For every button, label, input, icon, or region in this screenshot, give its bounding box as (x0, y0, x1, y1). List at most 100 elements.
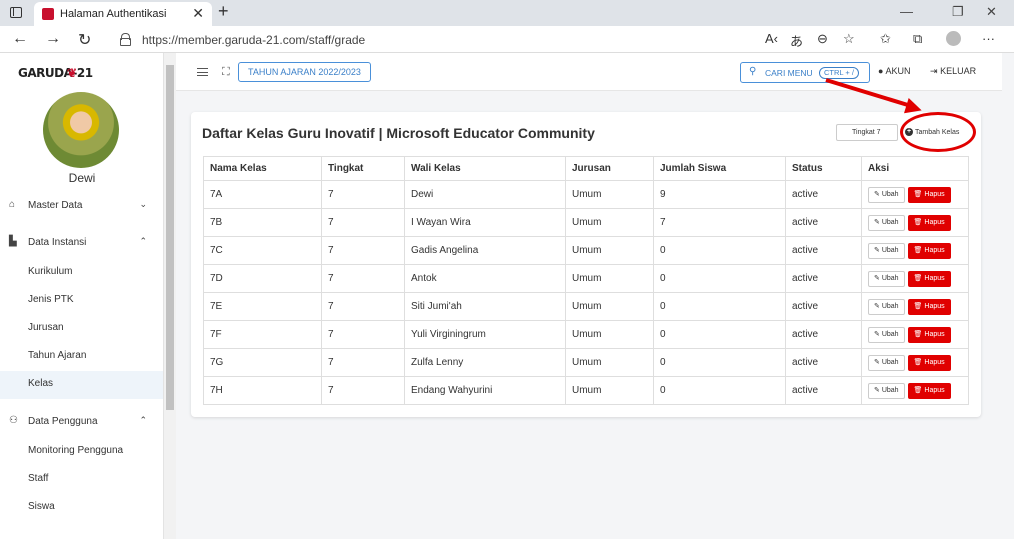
sidebar-item-label: Kurikulum (28, 266, 73, 277)
logout-icon: ⇥ (930, 66, 938, 76)
maximize-icon[interactable]: ❐ (952, 4, 964, 20)
edit-button[interactable]: ✎ Ubah (868, 270, 905, 287)
sidebar-item-staff[interactable]: Staff (0, 466, 163, 494)
sidebar-item-monitoring-pengguna[interactable]: Monitoring Pengguna (0, 438, 163, 466)
edit-button[interactable]: ✎ Ubah (868, 354, 905, 371)
column-header[interactable]: Jurusan (565, 156, 654, 181)
sidebar-item-data-pengguna[interactable]: ⚇ Data Pengguna ⌃ (0, 409, 163, 437)
table-cell: 0 (653, 376, 786, 405)
fullscreen-icon[interactable]: ⛶ (222, 66, 230, 79)
table-cell: 9 (653, 180, 786, 209)
grade-select[interactable]: Tingkat 7 (836, 124, 898, 141)
new-tab-button[interactable]: + (218, 1, 229, 22)
column-header[interactable]: Wali Kelas (404, 156, 566, 181)
delete-button[interactable]: 🗑 Hapus (907, 354, 951, 371)
sidebar-item-siswa[interactable]: Siswa (0, 494, 163, 522)
logout-button[interactable]: ⇥ KELUAR (930, 66, 976, 77)
sidebar-item-data-instansi[interactable]: ▙ Data Instansi ⌃ (0, 230, 163, 258)
sidebar-item-label: Jenis PTK (28, 294, 74, 305)
table-row: 7G 7 Zulfa Lenny Umum 0 active ✎ Ubah 🗑 Hapus (203, 348, 969, 377)
sidebar-item-jurusan[interactable]: Jurusan (0, 315, 163, 343)
edit-button[interactable]: ✎ Ubah (868, 382, 905, 399)
lock-icon[interactable] (120, 33, 131, 46)
table-cell: 7 (321, 348, 405, 377)
column-header[interactable]: Nama Kelas (203, 156, 322, 181)
window-close-icon[interactable]: ✕ (986, 4, 997, 20)
back-icon[interactable]: ← (12, 30, 28, 48)
table-cell: 7 (653, 208, 786, 237)
browser-tab[interactable]: Halaman Authentikasi ✕ (34, 2, 212, 26)
collections-icon[interactable]: ⧉ (913, 31, 922, 47)
trash-icon: 🗑 (913, 330, 925, 338)
pencil-icon: ✎ (874, 302, 882, 310)
delete-button[interactable]: 🗑 Hapus (907, 186, 951, 203)
actions-cell: ✎ Ubah 🗑 Hapus (861, 292, 969, 321)
edit-label: Ubah (881, 218, 899, 226)
sidebar-item-label: Staff (28, 473, 49, 484)
academic-year-button[interactable]: TAHUN AJARAN 2022/2023 (238, 62, 371, 82)
delete-button[interactable]: 🗑 Hapus (907, 214, 951, 231)
edit-button[interactable]: ✎ Ubah (868, 298, 905, 315)
table-cell: Umum (565, 264, 654, 293)
sidebar-item-label: Master Data (28, 200, 83, 211)
favorites-icon[interactable]: ✩ (880, 31, 891, 47)
table-cell: Endang Wahyurini (404, 376, 566, 405)
column-header[interactable]: Status (785, 156, 862, 181)
column-header[interactable]: Tingkat (321, 156, 405, 181)
table-cell: Umum (565, 208, 654, 237)
avatar (43, 92, 119, 168)
account-button[interactable]: ● AKUN (878, 66, 910, 76)
more-icon[interactable]: ··· (982, 31, 995, 46)
actions-cell: ✎ Ubah 🗑 Hapus (861, 180, 969, 209)
sidebar-item-tahun-ajaran[interactable]: Tahun Ajaran (0, 343, 163, 371)
delete-button[interactable]: 🗑 Hapus (907, 270, 951, 287)
hamburger-menu-icon[interactable] (197, 68, 208, 76)
pencil-icon: ✎ (874, 246, 882, 254)
delete-button[interactable]: 🗑 Hapus (907, 298, 951, 315)
translate-icon[interactable]: あ (790, 31, 803, 50)
table-cell: active (785, 376, 862, 405)
sidebar-item-master-data[interactable]: ⌂ Master Data ⌄ (0, 193, 163, 221)
favorite-add-icon[interactable]: ☆ (843, 31, 855, 47)
search-menu-button[interactable]: ⚲ CARI MENU CTRL + / (740, 62, 870, 83)
column-header[interactable]: Jumlah Siswa (653, 156, 786, 181)
sidebar-item-label: Kelas (28, 378, 54, 389)
delete-button[interactable]: 🗑 Hapus (907, 326, 951, 343)
table-cell: Umum (565, 236, 654, 265)
sidebar-item-kelas[interactable]: Kelas (0, 371, 163, 399)
table-cell: 0 (653, 348, 786, 377)
sidebar-scrollbar[interactable] (164, 53, 176, 539)
table-cell: active (785, 236, 862, 265)
sidebar-item-jenis-ptk[interactable]: Jenis PTK (0, 287, 163, 315)
edit-button[interactable]: ✎ Ubah (868, 242, 905, 259)
chevron-down-icon: ⌄ (139, 199, 147, 209)
zoom-icon[interactable]: ⊖ (817, 31, 828, 47)
scrollbar-thumb[interactable] (166, 65, 174, 410)
table-cell: 7 (321, 264, 405, 293)
delete-label: Hapus (924, 246, 945, 254)
url-field[interactable]: https://member.garuda-21.com/staff/grade (108, 29, 868, 50)
forward-icon[interactable]: → (45, 30, 61, 48)
delete-button[interactable]: 🗑 Hapus (907, 382, 951, 399)
top-bar: ⛶ TAHUN AJARAN 2022/2023 ⚲ CARI MENU CTR… (176, 53, 1002, 91)
table-cell: Dewi (404, 180, 566, 209)
edit-button[interactable]: ✎ Ubah (868, 186, 905, 203)
table-cell: active (785, 208, 862, 237)
page-scrollbar[interactable] (1002, 53, 1014, 539)
sidebar: GARUDA-21 ❦ Dewi ⌂ Master Data ⌄ ▙ Data … (0, 53, 164, 539)
url-text[interactable]: https://member.garuda-21.com/staff/grade (142, 33, 365, 47)
edit-button[interactable]: ✎ Ubah (868, 214, 905, 231)
tab-close-icon[interactable]: ✕ (192, 5, 204, 22)
delete-button[interactable]: 🗑 Hapus (907, 242, 951, 259)
profile-icon[interactable] (946, 31, 961, 46)
refresh-icon[interactable]: ↻ (78, 30, 91, 50)
read-aloud-icon[interactable]: A‹ (765, 31, 778, 46)
table-cell: 7B (203, 208, 322, 237)
tab-actions-icon[interactable] (10, 7, 22, 18)
brand-logo[interactable]: GARUDA-21 (18, 66, 93, 80)
minimize-icon[interactable]: — (900, 4, 913, 19)
sidebar-item-label: Jurusan (28, 322, 64, 333)
delete-label: Hapus (924, 274, 945, 282)
edit-button[interactable]: ✎ Ubah (868, 326, 905, 343)
sidebar-item-kurikulum[interactable]: Kurikulum (0, 259, 163, 287)
